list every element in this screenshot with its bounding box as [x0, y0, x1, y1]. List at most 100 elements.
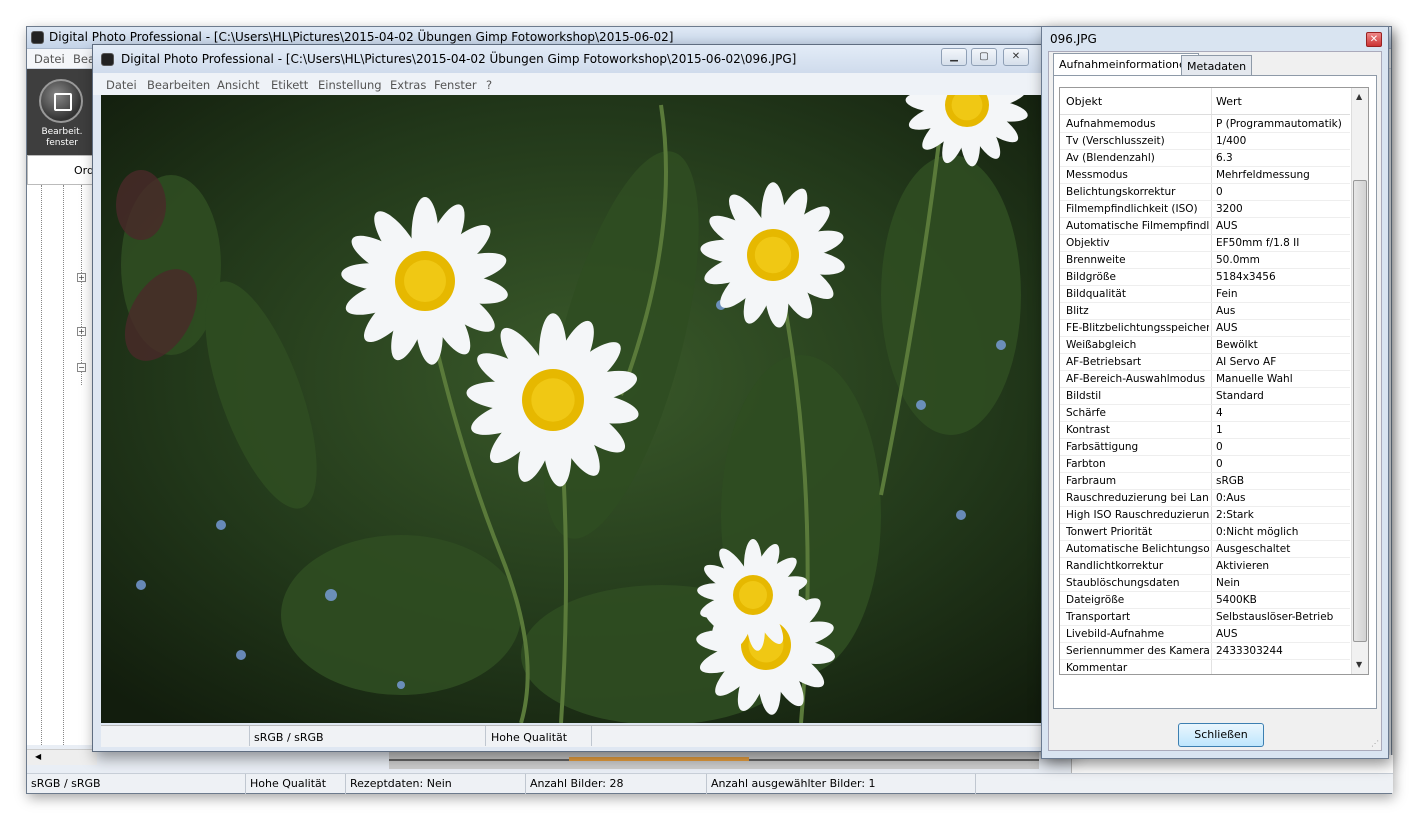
expand-icon[interactable]: +: [77, 273, 86, 282]
table-row[interactable]: Tv (Verschlusszeit) 1/400: [1060, 133, 1350, 150]
scroll-left-icon[interactable]: ◀: [35, 752, 41, 761]
back-status-bar: sRGB / sRGB Hohe Qualität Rezeptdaten: N…: [27, 773, 1393, 794]
menu-ansicht[interactable]: Ansicht: [217, 78, 259, 92]
info-table[interactable]: Objekt Wert Aufnahmemodus P (Programmauto…: [1059, 87, 1369, 675]
column-header-objekt[interactable]: Objekt: [1066, 95, 1102, 108]
tree-line: [63, 185, 64, 745]
table-row[interactable]: Farbton 0: [1060, 456, 1350, 473]
table-row[interactable]: AF-Betriebsart AI Servo AF: [1060, 354, 1350, 371]
table-row[interactable]: Weißabgleich Bewölkt: [1060, 337, 1350, 354]
table-row[interactable]: Brennweite 50.0mm: [1060, 252, 1350, 269]
dialog-title-bar[interactable]: 096.JPG ✕: [1042, 27, 1388, 51]
menu-einstellung[interactable]: Einstellung: [318, 78, 382, 92]
row-value: 0: [1216, 186, 1223, 198]
minimize-icon[interactable]: ▁: [941, 48, 967, 66]
menu-datei[interactable]: Datei: [106, 78, 137, 92]
table-row[interactable]: Aufnahmemodus P (Programmautomatik): [1060, 116, 1350, 133]
row-value: 6.3: [1216, 152, 1233, 164]
dialog-close-icon[interactable]: ✕: [1366, 32, 1382, 47]
row-value: 50.0mm: [1216, 254, 1260, 266]
scroll-down-icon[interactable]: ▼: [1356, 660, 1362, 669]
table-row[interactable]: Staublöschungsdaten Nein: [1060, 575, 1350, 592]
image-window-title-bar[interactable]: Digital Photo Professional - [C:\Users\H…: [93, 45, 1073, 73]
row-key: Seriennummer des Kamera...: [1066, 645, 1209, 657]
edit-window-icon[interactable]: [39, 79, 83, 123]
table-row[interactable]: Dateigröße 5400KB: [1060, 592, 1350, 609]
table-row[interactable]: Kontrast 1: [1060, 422, 1350, 439]
table-row[interactable]: Farbraum sRGB: [1060, 473, 1350, 490]
expand-icon[interactable]: +: [77, 327, 86, 336]
tree-line: [41, 185, 42, 745]
back-menu-datei[interactable]: Datei: [34, 52, 65, 66]
row-value: 4: [1216, 407, 1223, 419]
menu-bearbeiten[interactable]: Bearbeiten: [147, 78, 210, 92]
photo-preview[interactable]: [101, 95, 1071, 723]
table-row[interactable]: Objektiv EF50mm f/1.8 II: [1060, 235, 1350, 252]
resize-grip-icon[interactable]: ⋰: [1371, 739, 1379, 748]
table-row[interactable]: Schärfe 4: [1060, 405, 1350, 422]
row-key: Blitz: [1066, 305, 1089, 317]
row-key: Automatische Belichtungso...: [1066, 543, 1209, 555]
row-key: Kontrast: [1066, 424, 1110, 436]
schliessen-button[interactable]: Schließen: [1178, 723, 1264, 747]
row-key: Tonwert Priorität: [1066, 526, 1153, 538]
table-row[interactable]: Belichtungskorrektur 0: [1060, 184, 1350, 201]
row-value: AI Servo AF: [1216, 356, 1277, 368]
row-value: 2:Stark: [1216, 509, 1254, 521]
row-key: AF-Betriebsart: [1066, 356, 1142, 368]
column-header-wert[interactable]: Wert: [1216, 95, 1242, 108]
table-row[interactable]: Kommentar: [1060, 660, 1350, 674]
table-row[interactable]: Bildstil Standard: [1060, 388, 1350, 405]
row-key: High ISO Rauschreduzierung: [1066, 509, 1209, 521]
row-key: Farbraum: [1066, 475, 1117, 487]
row-value: Ausgeschaltet: [1216, 543, 1291, 555]
table-row[interactable]: Farbsättigung 0: [1060, 439, 1350, 456]
table-row[interactable]: Livebild-Aufnahme AUS: [1060, 626, 1350, 643]
row-value: Mehrfeldmessung: [1216, 169, 1310, 181]
status-recipe: Rezeptdaten: Nein: [350, 777, 452, 790]
row-key: Messmodus: [1066, 169, 1128, 181]
table-row[interactable]: High ISO Rauschreduzierung 2:Stark: [1060, 507, 1350, 524]
folder-tab[interactable]: Ord: [27, 155, 97, 185]
table-row[interactable]: Tonwert Priorität 0:Nicht möglich: [1060, 524, 1350, 541]
edit-window-label: Bearbeit. fenster: [41, 127, 83, 148]
info-table-scrollbar[interactable]: ▲ ▼: [1351, 88, 1368, 674]
folder-tree[interactable]: + + −: [27, 185, 97, 745]
status-quality: Hohe Qualität: [250, 777, 327, 790]
table-row[interactable]: Av (Blendenzahl) 6.3: [1060, 150, 1350, 167]
scroll-up-icon[interactable]: ▲: [1356, 92, 1362, 101]
maximize-icon[interactable]: ▢: [971, 48, 997, 66]
collapse-icon[interactable]: −: [77, 363, 86, 372]
tree-horizontal-scrollbar[interactable]: ◀: [27, 749, 97, 765]
scrollbar-thumb[interactable]: [1353, 180, 1367, 642]
row-key: Belichtungskorrektur: [1066, 186, 1176, 198]
row-key: Kommentar: [1066, 662, 1128, 674]
image-status-color-space: sRGB / sRGB: [254, 731, 324, 744]
table-row[interactable]: Messmodus Mehrfeldmessung: [1060, 167, 1350, 184]
row-value: EF50mm f/1.8 II: [1216, 237, 1300, 249]
row-key: Farbton: [1066, 458, 1106, 470]
menu-fenster[interactable]: Fenster: [434, 78, 477, 92]
tab-aufnahmeinformationen[interactable]: Aufnahmeinformationen: [1053, 53, 1199, 76]
table-row[interactable]: Bildgröße 5184x3456: [1060, 269, 1350, 286]
table-row[interactable]: Bildqualität Fein: [1060, 286, 1350, 303]
row-value: 1: [1216, 424, 1223, 436]
table-row[interactable]: Rauschreduzierung bei Lan... 0:Aus: [1060, 490, 1350, 507]
row-value: Bewölkt: [1216, 339, 1258, 351]
table-row[interactable]: Filmempfindlichkeit (ISO) 3200: [1060, 201, 1350, 218]
table-row[interactable]: Seriennummer des Kamera... 2433303244: [1060, 643, 1350, 660]
table-row[interactable]: Automatische Filmempfindli... AUS: [1060, 218, 1350, 235]
image-window-menu-bar: Datei Bearbeiten Ansicht Etikett Einstel…: [93, 73, 1073, 95]
tab-metadaten[interactable]: Metadaten: [1181, 55, 1253, 76]
table-row[interactable]: FE-Blitzbelichtungsspeicher... AUS: [1060, 320, 1350, 337]
menu-help[interactable]: ?: [486, 78, 492, 92]
table-row[interactable]: AF-Bereich-Auswahlmodus Manuelle Wahl: [1060, 371, 1350, 388]
close-icon[interactable]: ✕: [1003, 48, 1029, 66]
menu-extras[interactable]: Extras: [390, 78, 426, 92]
table-row[interactable]: Randlichtkorrektur Aktivieren: [1060, 558, 1350, 575]
table-row[interactable]: Automatische Belichtungso... Ausgeschalte…: [1060, 541, 1350, 558]
edit-panel: Bearbeit. fenster: [27, 69, 97, 155]
table-row[interactable]: Transportart Selbstauslöser-Betrieb: [1060, 609, 1350, 626]
menu-etikett[interactable]: Etikett: [271, 78, 308, 92]
table-row[interactable]: Blitz Aus: [1060, 303, 1350, 320]
